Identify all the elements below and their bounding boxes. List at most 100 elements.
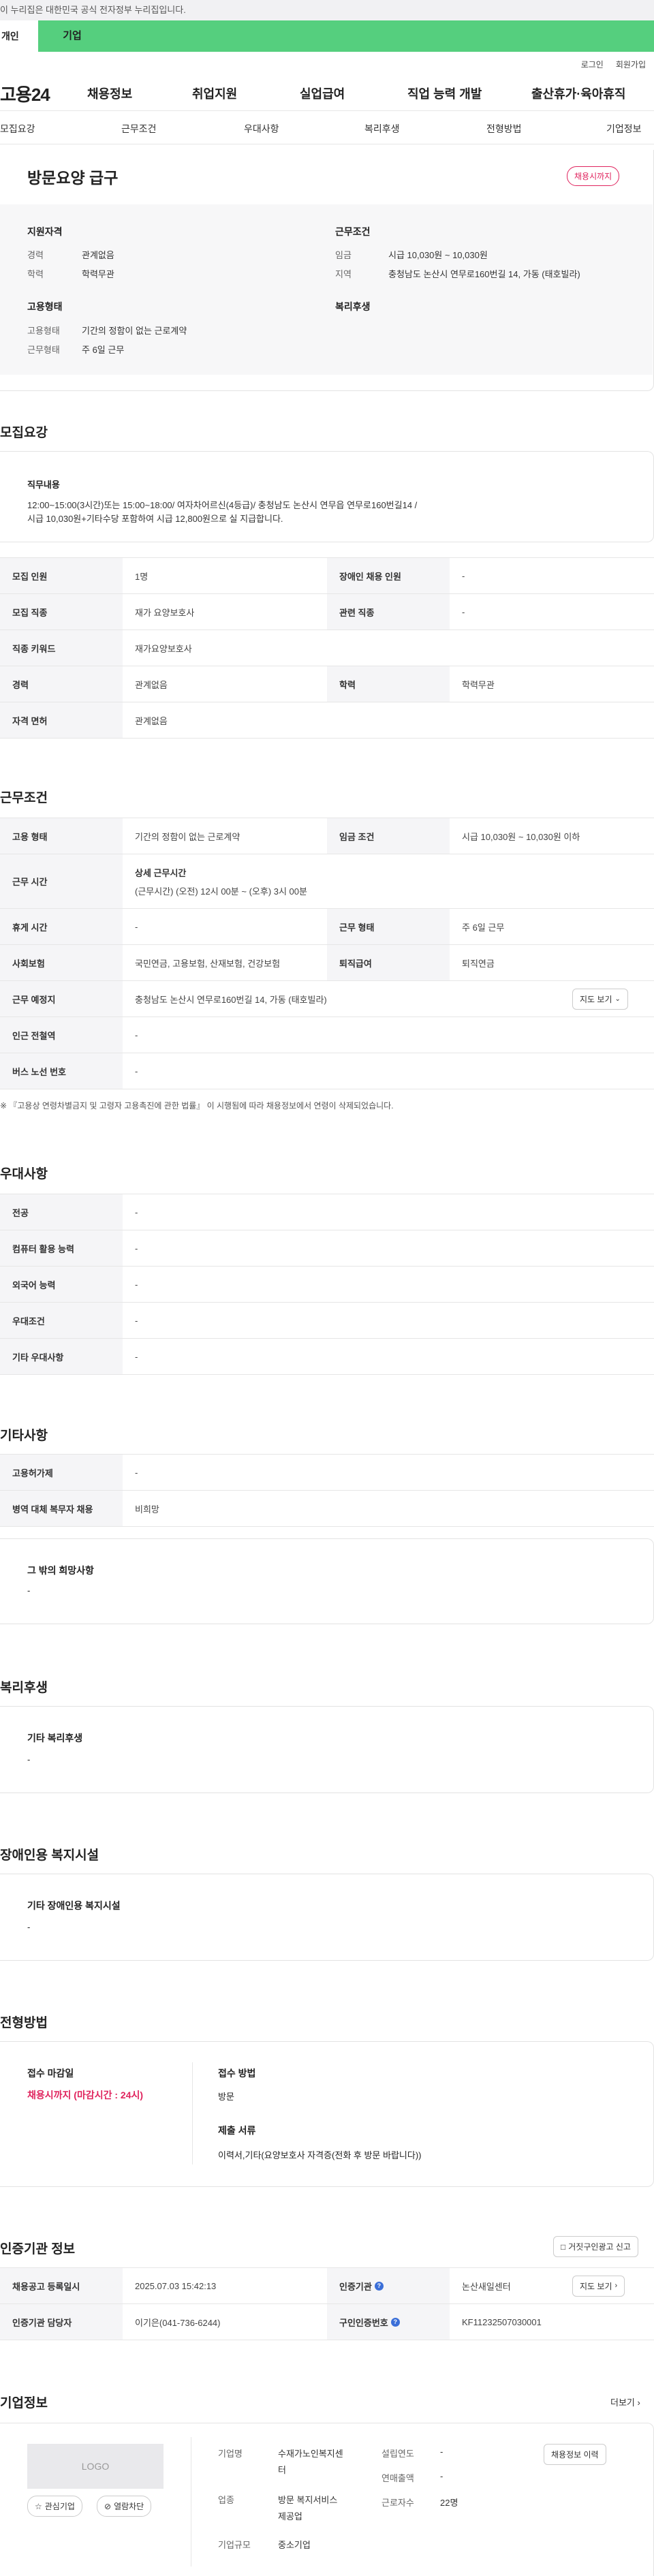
emp-type-label: 고용형태 (27, 326, 60, 336)
table-row: 병역 대체 복무자 채용 비희망 (0, 1491, 654, 1527)
welfare-section-title: 복리후생 (0, 1681, 48, 1695)
row-value: 학력무관 (462, 679, 495, 690)
row-header: 근무 시간 (0, 854, 123, 908)
row-value: 재가 요양보호사 (135, 607, 195, 618)
wage-value: 시급 10,030원 ~ 10,030원 (388, 250, 488, 260)
block-view-button[interactable]: ⊘ 열람차단 (97, 2496, 152, 2517)
row-value: 국민연금, 고용보험, 산재보험, 건강보험 (135, 958, 281, 969)
other-wishes-card: 그 밖의 희망사항 - (0, 1538, 654, 1624)
selection-card: 접수 마감일 채용시까지 (마감시간 : 24시) 접수 방법 방문 제출 서류… (0, 2041, 654, 2187)
chevron-right-icon: › (637, 2397, 640, 2408)
tab-personal[interactable]: 개인 (0, 20, 38, 52)
recruit-title: 모집요강 (0, 426, 48, 440)
founded-label: 설립연도 (382, 2449, 414, 2459)
row-header: 근무 형태 (327, 909, 450, 944)
gnb-item-unemployment-benefit[interactable]: 실업급여 (300, 84, 345, 102)
gnb-item-jobs[interactable]: 채용정보 (87, 84, 132, 102)
fake-ad-report-button[interactable]: □ 거짓구인광고 신고 (553, 2236, 638, 2257)
map-button-label: 지도 보기 (580, 994, 612, 1004)
tab-company[interactable]: 기업 (38, 20, 106, 52)
table-row: 직종 키워드 재가요양보호사 (0, 630, 654, 666)
row-value: 1명 (135, 571, 149, 582)
hours-cell: 상세 근무시간 (근무시간) (오전) 12시 00분 ~ (오후) 3시 00… (123, 854, 654, 908)
row-value: 주 6일 근무 (462, 922, 505, 933)
map-button[interactable]: 지도 보기 ⌄ (572, 988, 628, 1010)
career-value: 관계없음 (82, 250, 114, 260)
table-row: 외국어 능력 - (0, 1267, 654, 1303)
hours-detail-label: 상세 근무시간 (135, 867, 187, 878)
subnav-preference[interactable]: 우대사항 (244, 122, 279, 136)
company-more-link[interactable]: 더보기 › (610, 2395, 640, 2408)
cond-title: 근무조건 (335, 226, 371, 237)
gnb-item-job-training[interactable]: 직업 능력 개발 (407, 84, 482, 102)
other-wishes-value: - (27, 1585, 31, 1596)
utility-links: 로그인 회원가입 (0, 52, 654, 76)
selection-title: 전형방법 (0, 2016, 48, 2030)
gnb-item-parental-leave[interactable]: 출산휴가·육아휴직 (531, 84, 625, 102)
row-value: 기간의 정함이 없는 근로계약 (135, 831, 240, 842)
history-button[interactable]: 채용정보 이력 (544, 2444, 606, 2465)
status-badge: 채용시까지 (567, 166, 620, 186)
industry-line-1: 방문 복지서비스 (278, 2495, 338, 2505)
info-icon[interactable]: ? (390, 2317, 400, 2327)
row-header: 모집 인원 (0, 558, 123, 593)
row-header: 근무 예정지 (0, 981, 123, 1017)
subnav-welfare[interactable]: 복리후생 (364, 122, 400, 136)
industry-line-2: 제공업 (278, 2511, 302, 2521)
table-row: 근무 예정지 충청남도 논산시 연무로160번길 14, 가동 (태호빌라) 지… (0, 981, 654, 1017)
row-value: 관계없음 (135, 715, 168, 726)
row-value: 시급 10,030원 ~ 10,030원 이하 (462, 831, 580, 842)
disabled-card: 기타 장애인용 복지시설 - (0, 1874, 654, 1961)
emp-title: 고용형태 (27, 301, 63, 312)
row-header: 퇴직급여 (327, 945, 450, 980)
company-logo: LOGO (27, 2444, 164, 2489)
agency-map-cell: 지도 보기 › (572, 2268, 654, 2303)
subnav-recruit[interactable]: 모집요강 (0, 122, 35, 136)
row-value: - (135, 1243, 138, 1254)
emp-type-value: 기간의 정함이 없는 근로계약 (82, 326, 187, 336)
table-row: 사회보험 국민연금, 고용보험, 산재보험, 건강보험 퇴직급여 퇴직연금 (0, 945, 654, 981)
welfare-title: 복리후생 (335, 301, 371, 312)
site-logo[interactable]: 고용24 (0, 81, 50, 106)
row-header: 직종 키워드 (0, 630, 123, 666)
row-header: 장애인 채용 인원 (327, 558, 450, 593)
row-header: 고용 형태 (0, 818, 123, 854)
table-row: 모집 인원 1명 장애인 채용 인원 - (0, 558, 654, 594)
row-value: KF11232507030001 (462, 2316, 542, 2327)
subnav-company[interactable]: 기업정보 (606, 122, 642, 136)
chevron-down-icon: ⌄ (614, 995, 621, 1003)
gnb-item-employment-support[interactable]: 취업지원 (192, 84, 237, 102)
table-row: 버스 노선 번호 - (0, 1053, 654, 1089)
qual-title: 지원자격 (27, 226, 63, 237)
row-value: 2025.07.03 15:42:13 (135, 2280, 217, 2291)
favorite-company-button[interactable]: ☆ 관심기업 (27, 2496, 82, 2517)
duty-line-2: 시급 10,030원+기타수당 포함하여 시급 12,800원으로 실 지급합니… (27, 514, 283, 524)
company-card: LOGO ☆ 관심기업 ⊘ 열람차단 기업명 수재가노인복지센 터 업종 방문 … (0, 2423, 654, 2576)
table-row: 인증기관 담당자 이기은(041-736-6244) 구인인증번호 ? KF11… (0, 2304, 654, 2340)
subnav-selection[interactable]: 전형방법 (486, 122, 522, 136)
login-link[interactable]: 로그인 (581, 59, 604, 70)
history-label: 채용정보 이력 (551, 2450, 599, 2459)
table-row: 자격 면허 관계없음 (0, 702, 654, 739)
row-header: 학력 (327, 666, 450, 702)
work-type-value: 주 6일 근무 (82, 345, 125, 355)
agency-map-button[interactable]: 지도 보기 › (572, 2275, 625, 2297)
signup-link[interactable]: 회원가입 (616, 59, 646, 70)
edu-value: 학력무관 (82, 269, 114, 279)
cert-title: 인증기관 정보 (0, 2242, 76, 2256)
row-value: 관계없음 (135, 679, 168, 690)
employees-label: 근로자수 (382, 2498, 414, 2508)
subnav-conditions[interactable]: 근무조건 (121, 122, 157, 136)
founded-value: - (440, 2447, 443, 2457)
row-header: 인근 전철역 (0, 1017, 123, 1053)
row-value: - (135, 1315, 138, 1326)
revenue-value: - (440, 2471, 443, 2481)
top-tabs: 개인 기업 (0, 20, 654, 52)
gov-notice-text: 이 누리집은 대한민국 공식 전자정부 누리집입니다. (0, 5, 186, 15)
company-name-line-1: 수재가노인복지센 (278, 2449, 343, 2459)
duty-line-1: 12:00~15:00(3시간)또는 15:00~18:00/ 여자차어르신(4… (27, 500, 418, 510)
deadline-value: 채용시까지 (마감시간 : 24시) (27, 2090, 144, 2100)
info-icon[interactable]: ? (374, 2281, 384, 2291)
career-label: 경력 (27, 250, 44, 260)
age-notice: ※ 『고용상 연령차별금지 및 고령자 고용촉진에 관한 법률』 이 시행됨에 … (0, 1101, 394, 1111)
